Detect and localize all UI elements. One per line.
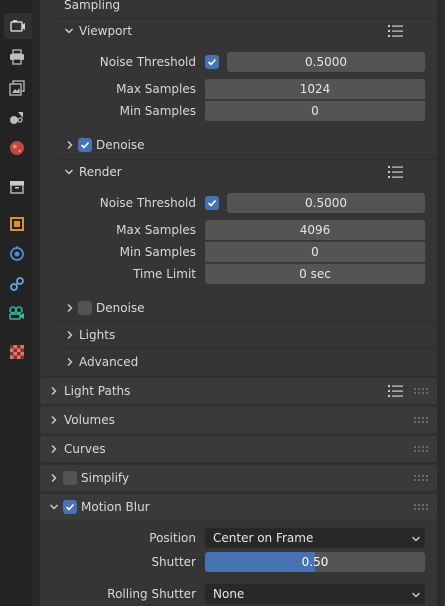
object-constraint-icon[interactable] (4, 271, 30, 297)
preset-list-icon[interactable] (388, 24, 404, 38)
volumes-panel-title[interactable]: Volumes (64, 413, 115, 427)
curves-panel-title[interactable]: Curves (64, 442, 106, 456)
chevron-right-icon[interactable] (49, 415, 59, 425)
chevron-right-icon[interactable] (49, 386, 59, 396)
checkmark-icon (207, 58, 217, 66)
drag-grip-icon[interactable] (413, 503, 429, 511)
sampling-panel-title[interactable]: Sampling (64, 0, 120, 12)
viewport-noise-threshold-field[interactable]: 0.5000 (227, 52, 425, 72)
chevron-down-icon (412, 536, 420, 542)
shutter-label: Shutter (151, 555, 196, 569)
rolling-shutter-label: Rolling Shutter (107, 587, 196, 601)
drag-grip-icon[interactable] (413, 416, 429, 424)
rolling-shutter-dropdown[interactable]: None (205, 584, 425, 604)
rolling-shutter-dropdown-value: None (213, 587, 245, 601)
object-data-icon[interactable] (4, 300, 30, 326)
viewport-subpanel-title[interactable]: Viewport (79, 24, 132, 38)
view-layer-icon[interactable] (4, 75, 30, 101)
preset-list-icon[interactable] (388, 165, 404, 179)
divider (58, 18, 437, 19)
shutter-slider[interactable]: 0.50 (205, 552, 425, 572)
position-label: Position (149, 531, 196, 545)
motion-blur-checkbox[interactable] (63, 500, 77, 514)
motion-blur-panel-title[interactable]: Motion Blur (81, 500, 150, 514)
render-camera-icon[interactable] (4, 13, 32, 39)
divider (58, 348, 437, 349)
viewport-denoise-label[interactable]: Denoise (96, 138, 145, 152)
chevron-right-icon[interactable] (65, 303, 75, 313)
render-min-samples-field[interactable]: 0 (205, 241, 425, 262)
simplify-checkbox[interactable] (63, 471, 77, 485)
lights-subpanel-title[interactable]: Lights (79, 328, 115, 342)
panel-gutter (32, 0, 40, 606)
checkmark-icon (207, 199, 217, 207)
preset-list-icon[interactable] (388, 384, 404, 398)
viewport-noise-threshold-checkbox[interactable] (205, 55, 219, 69)
scrollbar-track[interactable] (437, 0, 445, 606)
simplify-panel-title[interactable]: Simplify (81, 471, 129, 485)
render-time-limit-field[interactable]: 0 sec (205, 263, 425, 284)
divider (58, 159, 437, 160)
render-min-samples-label: Min Samples (119, 245, 196, 259)
scene-icon[interactable] (4, 104, 30, 130)
viewport-denoise-checkbox[interactable] (78, 138, 92, 152)
render-noise-threshold-label: Noise Threshold (99, 196, 196, 210)
render-max-samples-field[interactable]: 4096 (205, 220, 425, 240)
viewport-max-samples-field[interactable]: 1024 (205, 79, 425, 99)
drag-grip-icon[interactable] (413, 387, 429, 395)
render-noise-threshold-checkbox[interactable] (205, 196, 219, 210)
drag-grip-icon[interactable] (413, 445, 429, 453)
chevron-down-icon (412, 592, 420, 598)
chevron-right-icon[interactable] (49, 473, 59, 483)
chevron-right-icon[interactable] (49, 444, 59, 454)
render-noise-threshold-field[interactable]: 0.5000 (227, 193, 425, 213)
viewport-max-samples-label: Max Samples (116, 82, 196, 96)
viewport-min-samples-field[interactable]: 0 (205, 100, 425, 121)
chevron-down-icon[interactable] (49, 502, 59, 512)
drag-grip-icon[interactable] (413, 474, 429, 482)
render-denoise-checkbox[interactable] (78, 301, 92, 315)
output-printer-icon[interactable] (4, 44, 30, 70)
physics-icon[interactable] (4, 241, 30, 267)
world-icon[interactable] (4, 135, 30, 161)
light-paths-panel-title[interactable]: Light Paths (64, 384, 130, 398)
chevron-right-icon[interactable] (65, 140, 75, 150)
position-dropdown-value: Center on Frame (213, 531, 314, 545)
checkmark-icon (65, 503, 75, 511)
chevron-right-icon[interactable] (65, 357, 75, 367)
divider (58, 321, 437, 322)
object-icon[interactable] (4, 211, 30, 237)
chevron-down-icon[interactable] (64, 167, 74, 177)
advanced-subpanel-title[interactable]: Advanced (79, 355, 138, 369)
render-time-limit-label: Time Limit (133, 267, 196, 281)
collection-icon[interactable] (4, 174, 30, 200)
render-subpanel-title[interactable]: Render (79, 165, 122, 179)
properties-tab-bar (0, 0, 32, 606)
checkmark-icon (80, 141, 90, 149)
viewport-min-samples-label: Min Samples (119, 104, 196, 118)
render-max-samples-label: Max Samples (116, 223, 196, 237)
shutter-slider-value: 0.50 (301, 555, 329, 569)
render-denoise-label[interactable]: Denoise (96, 301, 145, 315)
viewport-noise-threshold-label: Noise Threshold (99, 55, 196, 69)
chevron-right-icon[interactable] (65, 330, 75, 340)
position-dropdown[interactable]: Center on Frame (205, 528, 425, 548)
texture-icon[interactable] (4, 339, 30, 365)
chevron-down-icon[interactable] (64, 26, 74, 36)
